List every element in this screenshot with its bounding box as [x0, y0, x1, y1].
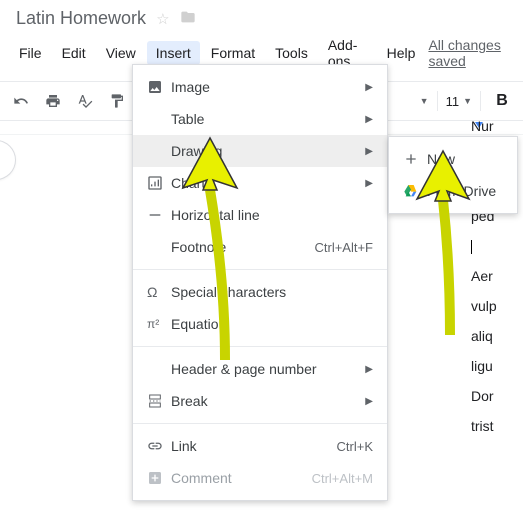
- paint-format-icon[interactable]: [104, 88, 130, 114]
- submenu-arrow-icon: ▶: [365, 82, 373, 93]
- page-break-icon: [147, 393, 171, 409]
- menu-label: Chart: [171, 175, 365, 191]
- submenu-label: New: [427, 151, 455, 167]
- bold-button[interactable]: B: [489, 88, 515, 114]
- text-line: vulp: [471, 298, 523, 314]
- document-title[interactable]: Latin Homework: [16, 8, 146, 29]
- menu-item-special-characters[interactable]: Ω Special characters: [133, 276, 387, 308]
- text-line: ligu: [471, 358, 523, 374]
- saved-status-link[interactable]: All changes saved: [428, 37, 513, 69]
- menu-label: Break: [171, 393, 365, 409]
- menu-item-chart[interactable]: Chart ▶: [133, 167, 387, 199]
- menu-item-table[interactable]: Table ▶: [133, 103, 387, 135]
- title-bar: Latin Homework ☆: [0, 0, 523, 31]
- drawing-submenu: New From Drive: [388, 136, 518, 214]
- text-line: Nur: [471, 118, 523, 134]
- drive-icon: [403, 183, 427, 199]
- menu-item-link[interactable]: Link Ctrl+K: [133, 430, 387, 462]
- shortcut: Ctrl+Alt+M: [312, 471, 373, 486]
- menu-item-break[interactable]: Break ▶: [133, 385, 387, 417]
- image-icon: [147, 79, 171, 95]
- menu-format[interactable]: Format: [202, 41, 264, 65]
- shortcut: Ctrl+Alt+F: [314, 240, 373, 255]
- chevron-down-icon: ▼: [463, 96, 472, 106]
- text-cursor: [471, 238, 523, 254]
- text-line: Aer: [471, 268, 523, 284]
- submenu-arrow-icon: ▶: [365, 396, 373, 407]
- menu-label: Link: [171, 438, 337, 454]
- folder-icon[interactable]: [180, 9, 196, 29]
- text-line: aliq: [471, 328, 523, 344]
- menu-label: Comment: [171, 470, 312, 486]
- explore-tab[interactable]: [0, 140, 16, 180]
- omega-icon: Ω: [147, 284, 171, 300]
- menu-label: Equation: [171, 316, 373, 332]
- dropdown-icon[interactable]: ▼: [420, 96, 429, 106]
- menu-file[interactable]: File: [10, 41, 51, 65]
- submenu-item-new[interactable]: New: [389, 143, 517, 175]
- menu-label: Table: [171, 111, 365, 127]
- menu-separator: [133, 346, 387, 347]
- equation-icon: π²: [147, 317, 171, 331]
- menu-label: Horizontal line: [171, 207, 373, 223]
- menu-view[interactable]: View: [97, 41, 145, 65]
- submenu-arrow-icon: ▶: [365, 178, 373, 189]
- link-icon: [147, 438, 171, 454]
- menu-item-comment: Comment Ctrl+Alt+M: [133, 462, 387, 494]
- horizontal-line-icon: [147, 207, 171, 223]
- submenu-arrow-icon: ▶: [365, 364, 373, 375]
- comment-add-icon: [147, 470, 171, 486]
- menu-item-equation[interactable]: π² Equation: [133, 308, 387, 340]
- submenu-label: From Drive: [427, 183, 496, 199]
- menu-edit[interactable]: Edit: [53, 41, 95, 65]
- menu-item-footnote[interactable]: Footnote Ctrl+Alt+F: [133, 231, 387, 263]
- star-icon[interactable]: ☆: [156, 10, 169, 28]
- text-line: Dor: [471, 388, 523, 404]
- submenu-arrow-icon: ▶: [365, 114, 373, 125]
- menu-separator: [133, 269, 387, 270]
- menu-label: Image: [171, 79, 365, 95]
- insert-menu-dropdown: Image ▶ Table ▶ Drawing ▶ Chart ▶ Horizo…: [132, 64, 388, 501]
- menu-label: Special characters: [171, 284, 373, 300]
- print-icon[interactable]: [40, 88, 66, 114]
- menu-item-header-page-number[interactable]: Header & page number ▶: [133, 353, 387, 385]
- font-size-field[interactable]: 11 ▼: [446, 94, 472, 109]
- menu-separator: [133, 423, 387, 424]
- menu-item-horizontal-line[interactable]: Horizontal line: [133, 199, 387, 231]
- undo-icon[interactable]: [8, 88, 34, 114]
- font-size-value: 11: [446, 94, 460, 109]
- menu-label: Footnote: [171, 239, 314, 255]
- plus-icon: [403, 151, 427, 167]
- chart-icon: [147, 175, 171, 191]
- shortcut: Ctrl+K: [337, 439, 373, 454]
- spellcheck-icon[interactable]: [72, 88, 98, 114]
- text-line: trist: [471, 418, 523, 434]
- menu-label: Drawing: [171, 143, 365, 159]
- menu-label: Header & page number: [171, 361, 365, 377]
- menu-help[interactable]: Help: [378, 41, 425, 65]
- menu-item-image[interactable]: Image ▶: [133, 71, 387, 103]
- menu-item-drawing[interactable]: Drawing ▶: [133, 135, 387, 167]
- submenu-arrow-icon: ▶: [365, 146, 373, 157]
- submenu-item-from-drive[interactable]: From Drive: [389, 175, 517, 207]
- menu-tools[interactable]: Tools: [266, 41, 317, 65]
- menu-insert[interactable]: Insert: [147, 41, 200, 65]
